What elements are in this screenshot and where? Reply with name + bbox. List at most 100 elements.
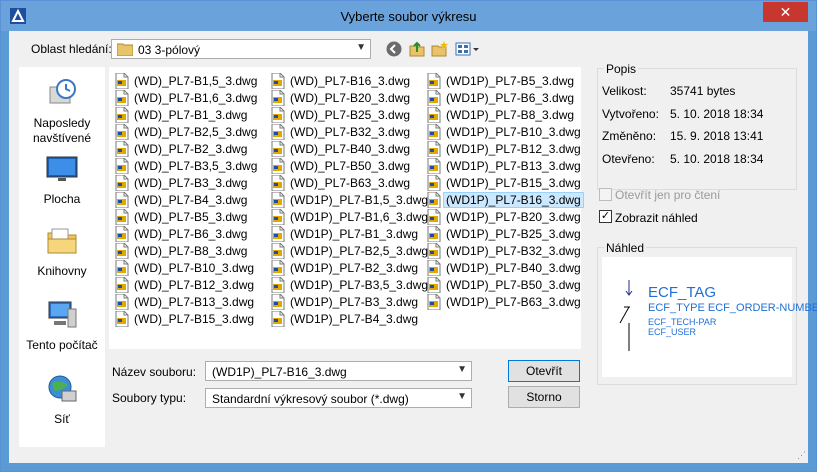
file-name: (WD1P)_PL7-B2_3.dwg (290, 261, 419, 275)
place-desktop[interactable]: Plocha (19, 153, 105, 207)
chevron-down-icon[interactable]: ▼ (457, 391, 467, 402)
file-name: (WD)_PL7-B3_3.dwg (134, 176, 248, 190)
places-bar: Naposledy navštívené Plocha Knihovny Ten… (19, 67, 105, 447)
dwg-file-icon (115, 243, 129, 259)
preview-techpar-text: ECF_TECH-PAR (648, 317, 717, 327)
opened-value: 5. 10. 2018 18:34 (670, 152, 764, 166)
file-name: (WD1P)_PL7-B8_3.dwg (446, 108, 575, 122)
file-name: (WD1P)_PL7-B15_3.dwg (446, 176, 581, 190)
file-name: (WD1P)_PL7-B20_3.dwg (446, 210, 581, 224)
place-recent[interactable]: Naposledy navštívené (19, 77, 105, 146)
dwg-file-icon (115, 107, 129, 123)
filetype-label: Soubory typu: (112, 391, 187, 405)
lookin-value: 03 3-pólový (138, 43, 201, 57)
filetype-value: Standardní výkresový soubor (*.dwg) (212, 392, 409, 406)
place-libraries[interactable]: Knihovny (19, 225, 105, 279)
filename-label: Název souboru: (112, 365, 197, 379)
dwg-file-icon (115, 226, 129, 242)
place-network-label: Síť (54, 412, 70, 426)
file-name: (WD)_PL7-B1,5_3.dwg (134, 74, 258, 88)
file-name: (WD)_PL7-B1,6_3.dwg (134, 91, 258, 105)
chevron-down-icon[interactable]: ▼ (457, 364, 467, 375)
lookin-combo[interactable]: 03 3-pólový ▼ (111, 39, 371, 59)
dwg-file-icon (271, 192, 285, 208)
dwg-file-icon (115, 175, 129, 191)
dwg-file-icon (115, 311, 129, 327)
file-name: (WD1P)_PL7-B3_3.dwg (290, 295, 419, 309)
dwg-file-icon (427, 107, 441, 123)
cancel-button[interactable]: Storno (508, 386, 580, 408)
place-libraries-label: Knihovny (37, 264, 87, 278)
file-name: (WD1P)_PL7-B40_3.dwg (446, 261, 581, 275)
dwg-file-icon (115, 260, 129, 276)
file-name: (WD1P)_PL7-B5_3.dwg (446, 74, 575, 88)
file-name: (WD)_PL7-B12_3.dwg (134, 278, 255, 292)
libraries-icon (47, 228, 77, 254)
dwg-file-icon (271, 158, 285, 174)
file-name: (WD1P)_PL7-B3,5_3.dwg (290, 278, 429, 292)
file-name: (WD)_PL7-B25_3.dwg (290, 108, 411, 122)
file-name: (WD1P)_PL7-B6_3.dwg (446, 91, 575, 105)
file-name: (WD1P)_PL7-B1,5_3.dwg (290, 193, 429, 207)
dwg-file-icon (271, 260, 285, 276)
new-folder-icon[interactable] (431, 40, 449, 58)
desktop-icon (46, 156, 78, 181)
created-value: 5. 10. 2018 18:34 (670, 107, 764, 121)
back-icon[interactable] (385, 40, 403, 58)
close-button[interactable]: ✕ (763, 2, 808, 22)
open-button[interactable]: Otevřít (508, 360, 580, 382)
file-name: (WD)_PL7-B10_3.dwg (134, 261, 255, 275)
file-name: (WD)_PL7-B32_3.dwg (290, 125, 411, 139)
resize-grip-icon[interactable]: ⋰ (797, 450, 806, 461)
up-folder-icon[interactable] (408, 40, 426, 58)
place-network[interactable]: Síť (19, 373, 105, 427)
view-menu-icon[interactable] (455, 40, 481, 58)
place-computer[interactable]: Tento počítač (19, 299, 105, 353)
dwg-file-icon (427, 73, 441, 89)
preview-pane: ECF_TAG ECF_TYPE ECF_ORDER-NUMBER ECF_TE… (602, 257, 817, 377)
dwg-file-icon (271, 311, 285, 327)
file-name: (WD)_PL7-B20_3.dwg (290, 91, 411, 105)
dwg-file-icon (427, 192, 441, 208)
modified-label: Změněno: (602, 129, 657, 143)
file-name: (WD1P)_PL7-B50_3.dwg (446, 278, 581, 292)
file-name: (WD)_PL7-B8_3.dwg (134, 244, 248, 258)
dwg-file-icon (427, 141, 441, 157)
window-title: Vyberte soubor výkresu (340, 9, 477, 24)
file-name: (WD)_PL7-B1_3.dwg (134, 108, 248, 122)
file-name: (WD1P)_PL7-B1,6_3.dwg (290, 210, 429, 224)
readonly-label: Otevřít jen pro čtení (615, 188, 721, 202)
file-name: (WD)_PL7-B15_3.dwg (134, 312, 255, 326)
dwg-file-icon (115, 277, 129, 293)
dwg-file-icon (271, 243, 285, 259)
file-list[interactable]: (WD)_PL7-B1,5_3.dwg (WD)_PL7-B1,6_3.dwg (W… (109, 67, 584, 349)
preview-type-text: ECF_TYPE ECF_ORDER-NUMBER (648, 302, 817, 314)
file-name: (WD)_PL7-B3,5_3.dwg (134, 159, 258, 173)
network-icon (48, 375, 77, 402)
file-name: (WD)_PL7-B40_3.dwg (290, 142, 411, 156)
dwg-file-icon (271, 175, 285, 191)
dwg-file-icon (271, 209, 285, 225)
file-name: (WD1P)_PL7-B25_3.dwg (446, 227, 581, 241)
dwg-file-icon (427, 209, 441, 225)
computer-icon (48, 301, 77, 328)
size-value: 35741 bytes (670, 84, 736, 98)
filetype-combo[interactable]: Standardní výkresový soubor (*.dwg) ▼ (205, 388, 472, 408)
preview-title: Náhled (604, 241, 647, 255)
dwg-file-icon (271, 226, 285, 242)
opened-label: Otevřeno: (602, 152, 655, 166)
chevron-down-icon[interactable]: ▼ (356, 42, 366, 53)
dwg-file-icon (427, 158, 441, 174)
place-computer-label: Tento počítač (26, 338, 98, 352)
file-name: (WD1P)_PL7-B13_3.dwg (446, 159, 581, 173)
file-name: (WD)_PL7-B16_3.dwg (290, 74, 411, 88)
filename-combo[interactable]: (WD1P)_PL7-B16_3.dwg ▼ (205, 361, 472, 381)
dwg-file-icon (427, 260, 441, 276)
file-name: (WD)_PL7-B50_3.dwg (290, 159, 411, 173)
dwg-file-icon (427, 243, 441, 259)
file-name: (WD1P)_PL7-B63_3.dwg (446, 295, 581, 309)
file-name: (WD1P)_PL7-B1_3.dwg (290, 227, 419, 241)
show-preview-checkbox[interactable]: ✓ (599, 210, 612, 223)
title-bar[interactable]: Vyberte soubor výkresu ✕ (1, 1, 816, 31)
readonly-checkbox[interactable] (599, 188, 612, 201)
